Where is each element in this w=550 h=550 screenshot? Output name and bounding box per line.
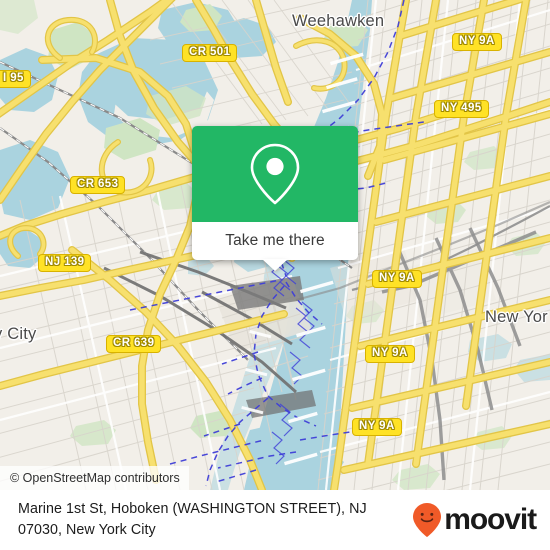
highway-shield-cr501[interactable]: CR 501 (182, 44, 238, 62)
highway-shield-ny9a-1[interactable]: NY 9A (452, 33, 502, 51)
highway-shield-ny9a-4[interactable]: NY 9A (352, 418, 402, 436)
osm-attribution-text: © OpenStreetMap contributors (10, 471, 180, 485)
card-pointer-tail (262, 259, 288, 271)
highway-shield-ny9a-3[interactable]: NY 9A (365, 345, 415, 363)
moovit-smiley-pin-icon (413, 503, 442, 537)
footer-bar: Marine 1st St, Hoboken (WASHINGTON STREE… (0, 490, 550, 550)
address-label: Marine 1st St, Hoboken (WASHINGTON STREE… (18, 501, 367, 538)
highway-shield-ny495[interactable]: NY 495 (434, 100, 489, 118)
map-canvas[interactable]: Weehawken y City New Yor I 95 CR 501 CR … (0, 0, 550, 490)
highway-shield-cr639[interactable]: CR 639 (106, 335, 162, 353)
card-footer[interactable]: Take me there (192, 222, 358, 271)
take-me-there-card[interactable]: Take me there (192, 126, 358, 271)
highway-shield-cr653[interactable]: CR 653 (70, 176, 126, 194)
moovit-logo[interactable]: moovit (412, 502, 537, 538)
location-pin-icon (250, 143, 300, 205)
take-me-there-label: Take me there (225, 232, 325, 249)
osm-attribution[interactable]: © OpenStreetMap contributors (0, 466, 189, 490)
moovit-wordmark: moovit (444, 503, 537, 536)
moovit-map-screenshot: Weehawken y City New Yor I 95 CR 501 CR … (0, 0, 550, 550)
highway-shield-ny9a-2[interactable]: NY 9A (372, 270, 422, 288)
card-header (192, 126, 358, 222)
highway-shield-nj139[interactable]: NJ 139 (38, 254, 92, 272)
highway-shield-i95[interactable]: I 95 (0, 70, 31, 88)
